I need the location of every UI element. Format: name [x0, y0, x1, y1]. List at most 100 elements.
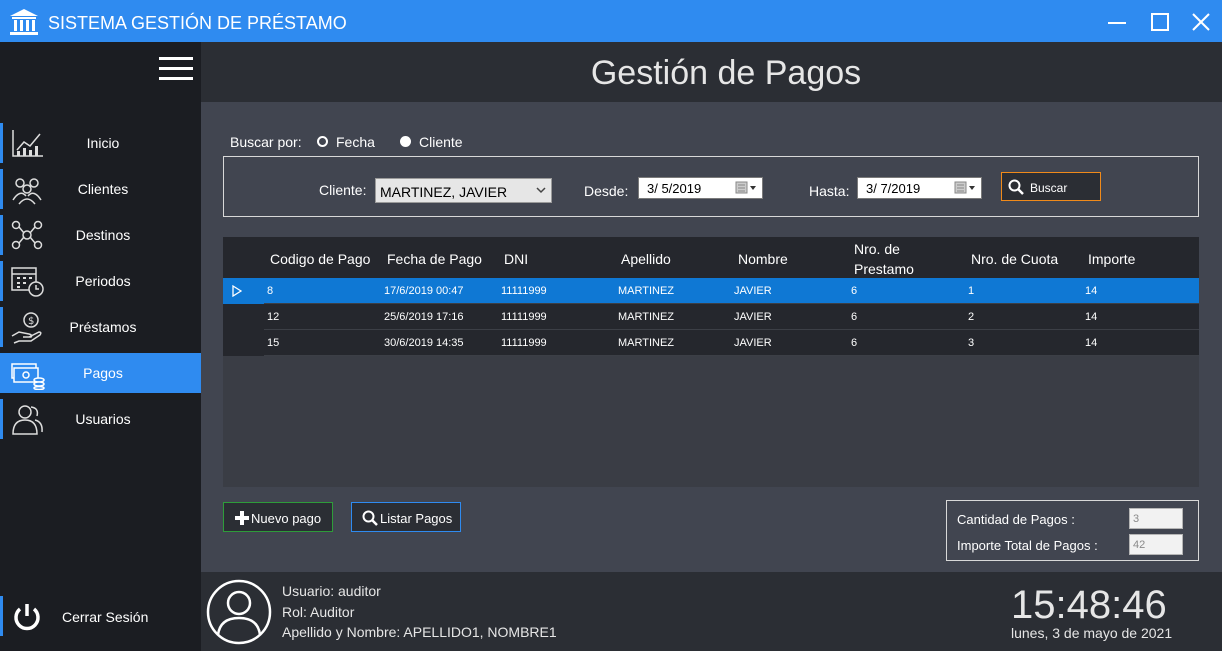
sidebar-item-label: Periodos	[75, 273, 131, 289]
table-cell: JAVIER	[734, 311, 772, 323]
row-header[interactable]	[223, 304, 264, 330]
payments-count-value: 3	[1133, 513, 1140, 525]
sidebar-item-prestamos[interactable]: $ Préstamos	[0, 307, 201, 347]
window-title: SISTEMA GESTIÓN DE PRÉSTAMO	[48, 13, 347, 33]
calendar-icon	[11, 267, 44, 297]
sidebar: Inicio Clientes Destinos Periodos $ Prés…	[0, 42, 201, 651]
new-payment-label: Nuevo pago	[251, 511, 322, 526]
page-header: Gestión de Pagos	[201, 42, 1222, 102]
column-header[interactable]: Codigo de Pago	[270, 251, 370, 267]
logout-label: Cerrar Sesión	[62, 609, 149, 625]
filter-panel: Cliente: MARTINEZ, JAVIER Desde: 3/ 5/20…	[223, 156, 1199, 217]
hasta-date-picker[interactable]: 3/ 7/2019	[857, 177, 982, 199]
list-payments-button[interactable]: Listar Pagos	[351, 502, 461, 532]
payments-count-field: 3	[1129, 508, 1183, 529]
cliente-label: Cliente:	[319, 182, 367, 198]
hamburger-menu-icon[interactable]	[159, 57, 193, 83]
table-cell: 3	[968, 337, 975, 349]
user-role-label: Rol: Auditor	[282, 604, 355, 620]
clients-icon	[12, 178, 42, 205]
page-title: Gestión de Pagos	[590, 54, 862, 92]
table-row[interactable]: 12 25/6/2019 17:16 11111999 MARTINEZ JAV…	[223, 304, 1199, 330]
column-header[interactable]: DNI	[504, 251, 528, 267]
sidebar-item-label: Clientes	[77, 181, 129, 197]
search-button[interactable]: Buscar	[1001, 172, 1101, 201]
maximize-icon[interactable]	[1147, 9, 1173, 35]
sidebar-item-destinos[interactable]: Destinos	[0, 215, 201, 255]
user-footer: Usuario: auditor Rol: Auditor Apellido y…	[201, 572, 1222, 651]
column-header[interactable]: Prestamo	[854, 261, 914, 277]
payments-total-value: 42	[1133, 539, 1146, 551]
table-cell: 17/6/2019 00:47	[384, 285, 464, 297]
minimize-icon[interactable]	[1104, 9, 1130, 35]
logout-button[interactable]: Cerrar Sesión	[0, 594, 201, 640]
row-header[interactable]	[223, 278, 264, 304]
sidebar-item-periodos[interactable]: Periodos	[0, 261, 201, 301]
title-bar: SISTEMA GESTIÓN DE PRÉSTAMO	[0, 0, 1222, 42]
search-icon	[1008, 179, 1024, 195]
radio-circle-icon	[317, 136, 328, 147]
clock-time: 15:48:46	[1011, 583, 1167, 627]
table-cell: 14	[1085, 311, 1098, 323]
payments-total-label: Importe Total de Pagos :	[957, 538, 1098, 553]
table-cell: MARTINEZ	[618, 311, 675, 323]
row-header[interactable]	[223, 330, 264, 356]
table-header: Codigo de Pago Fecha de Pago DNI Apellid…	[223, 237, 1199, 278]
sidebar-item-pagos[interactable]: Pagos	[0, 353, 201, 393]
sidebar-item-label: Inicio	[86, 135, 120, 151]
sidebar-item-usuarios[interactable]: Usuarios	[0, 399, 201, 439]
user-fullname-label: Apellido y Nombre: APELLIDO1, NOMBRE1	[282, 624, 557, 640]
desde-date-picker[interactable]: 3/ 5/2019	[638, 177, 763, 199]
calendar-dropdown-icon[interactable]	[735, 181, 759, 195]
sidebar-item-label: Destinos	[75, 227, 131, 243]
sidebar-item-label: Préstamos	[69, 319, 137, 335]
column-header[interactable]: Nro. de	[854, 241, 900, 257]
table-cell: 1	[968, 285, 975, 297]
table-cell: 6	[851, 337, 858, 349]
column-header[interactable]: Fecha de Pago	[387, 251, 482, 267]
main-panel: Buscar por: Fecha Cliente Cliente: MARTI…	[201, 102, 1222, 572]
column-header[interactable]: Nro. de Cuota	[971, 251, 1058, 267]
cliente-select-value: MARTINEZ, JAVIER	[380, 184, 508, 200]
sidebar-item-inicio[interactable]: Inicio	[0, 123, 201, 163]
search-by-label: Buscar por:	[230, 134, 302, 150]
sidebar-item-clientes[interactable]: Clientes	[0, 169, 201, 209]
table-cell: 12	[267, 311, 280, 323]
payments-icon	[11, 363, 45, 390]
network-icon	[11, 220, 43, 250]
table-cell: 6	[851, 285, 858, 297]
table-cell: 6	[851, 311, 858, 323]
summary-panel: Cantidad de Pagos : 3 Importe Total de P…	[946, 500, 1199, 561]
table-cell: 15	[267, 337, 280, 349]
table-cell: JAVIER	[734, 285, 772, 297]
sidebar-item-label: Usuarios	[75, 411, 131, 427]
table-row[interactable]: 8 17/6/2019 00:47 11111999 MARTINEZ JAVI…	[223, 278, 1199, 304]
table-cell: 14	[1085, 337, 1098, 349]
column-header[interactable]: Importe	[1088, 251, 1135, 267]
table-cell: 11111999	[501, 285, 547, 297]
chart-icon	[12, 130, 43, 157]
table-cell: JAVIER	[734, 337, 772, 349]
table-cell: 11111999	[501, 337, 547, 349]
users-icon	[12, 405, 43, 435]
payments-total-field: 42	[1129, 534, 1183, 555]
table-cell: MARTINEZ	[618, 337, 675, 349]
table-cell: 8	[267, 285, 274, 297]
svg-text:$: $	[28, 316, 34, 327]
cliente-select[interactable]: MARTINEZ, JAVIER	[375, 178, 552, 203]
column-header[interactable]: Nombre	[738, 251, 788, 267]
payments-table: Codigo de Pago Fecha de Pago DNI Apellid…	[223, 237, 1199, 487]
list-payments-label: Listar Pagos	[380, 511, 453, 526]
calendar-dropdown-icon[interactable]	[954, 181, 978, 195]
new-payment-button[interactable]: Nuevo pago	[223, 502, 333, 532]
column-header[interactable]: Apellido	[621, 251, 671, 267]
table-row[interactable]: 15 30/6/2019 14:35 11111999 MARTINEZ JAV…	[223, 330, 1199, 356]
table-cell: MARTINEZ	[618, 285, 675, 297]
money-hand-icon: $	[11, 312, 42, 344]
hasta-label: Hasta:	[809, 183, 850, 199]
table-cell: 25/6/2019 17:16	[384, 311, 464, 323]
close-icon[interactable]	[1188, 9, 1214, 35]
row-pointer-icon	[232, 285, 242, 297]
table-cell: 2	[968, 311, 975, 323]
radio-fecha-label: Fecha	[336, 134, 375, 150]
